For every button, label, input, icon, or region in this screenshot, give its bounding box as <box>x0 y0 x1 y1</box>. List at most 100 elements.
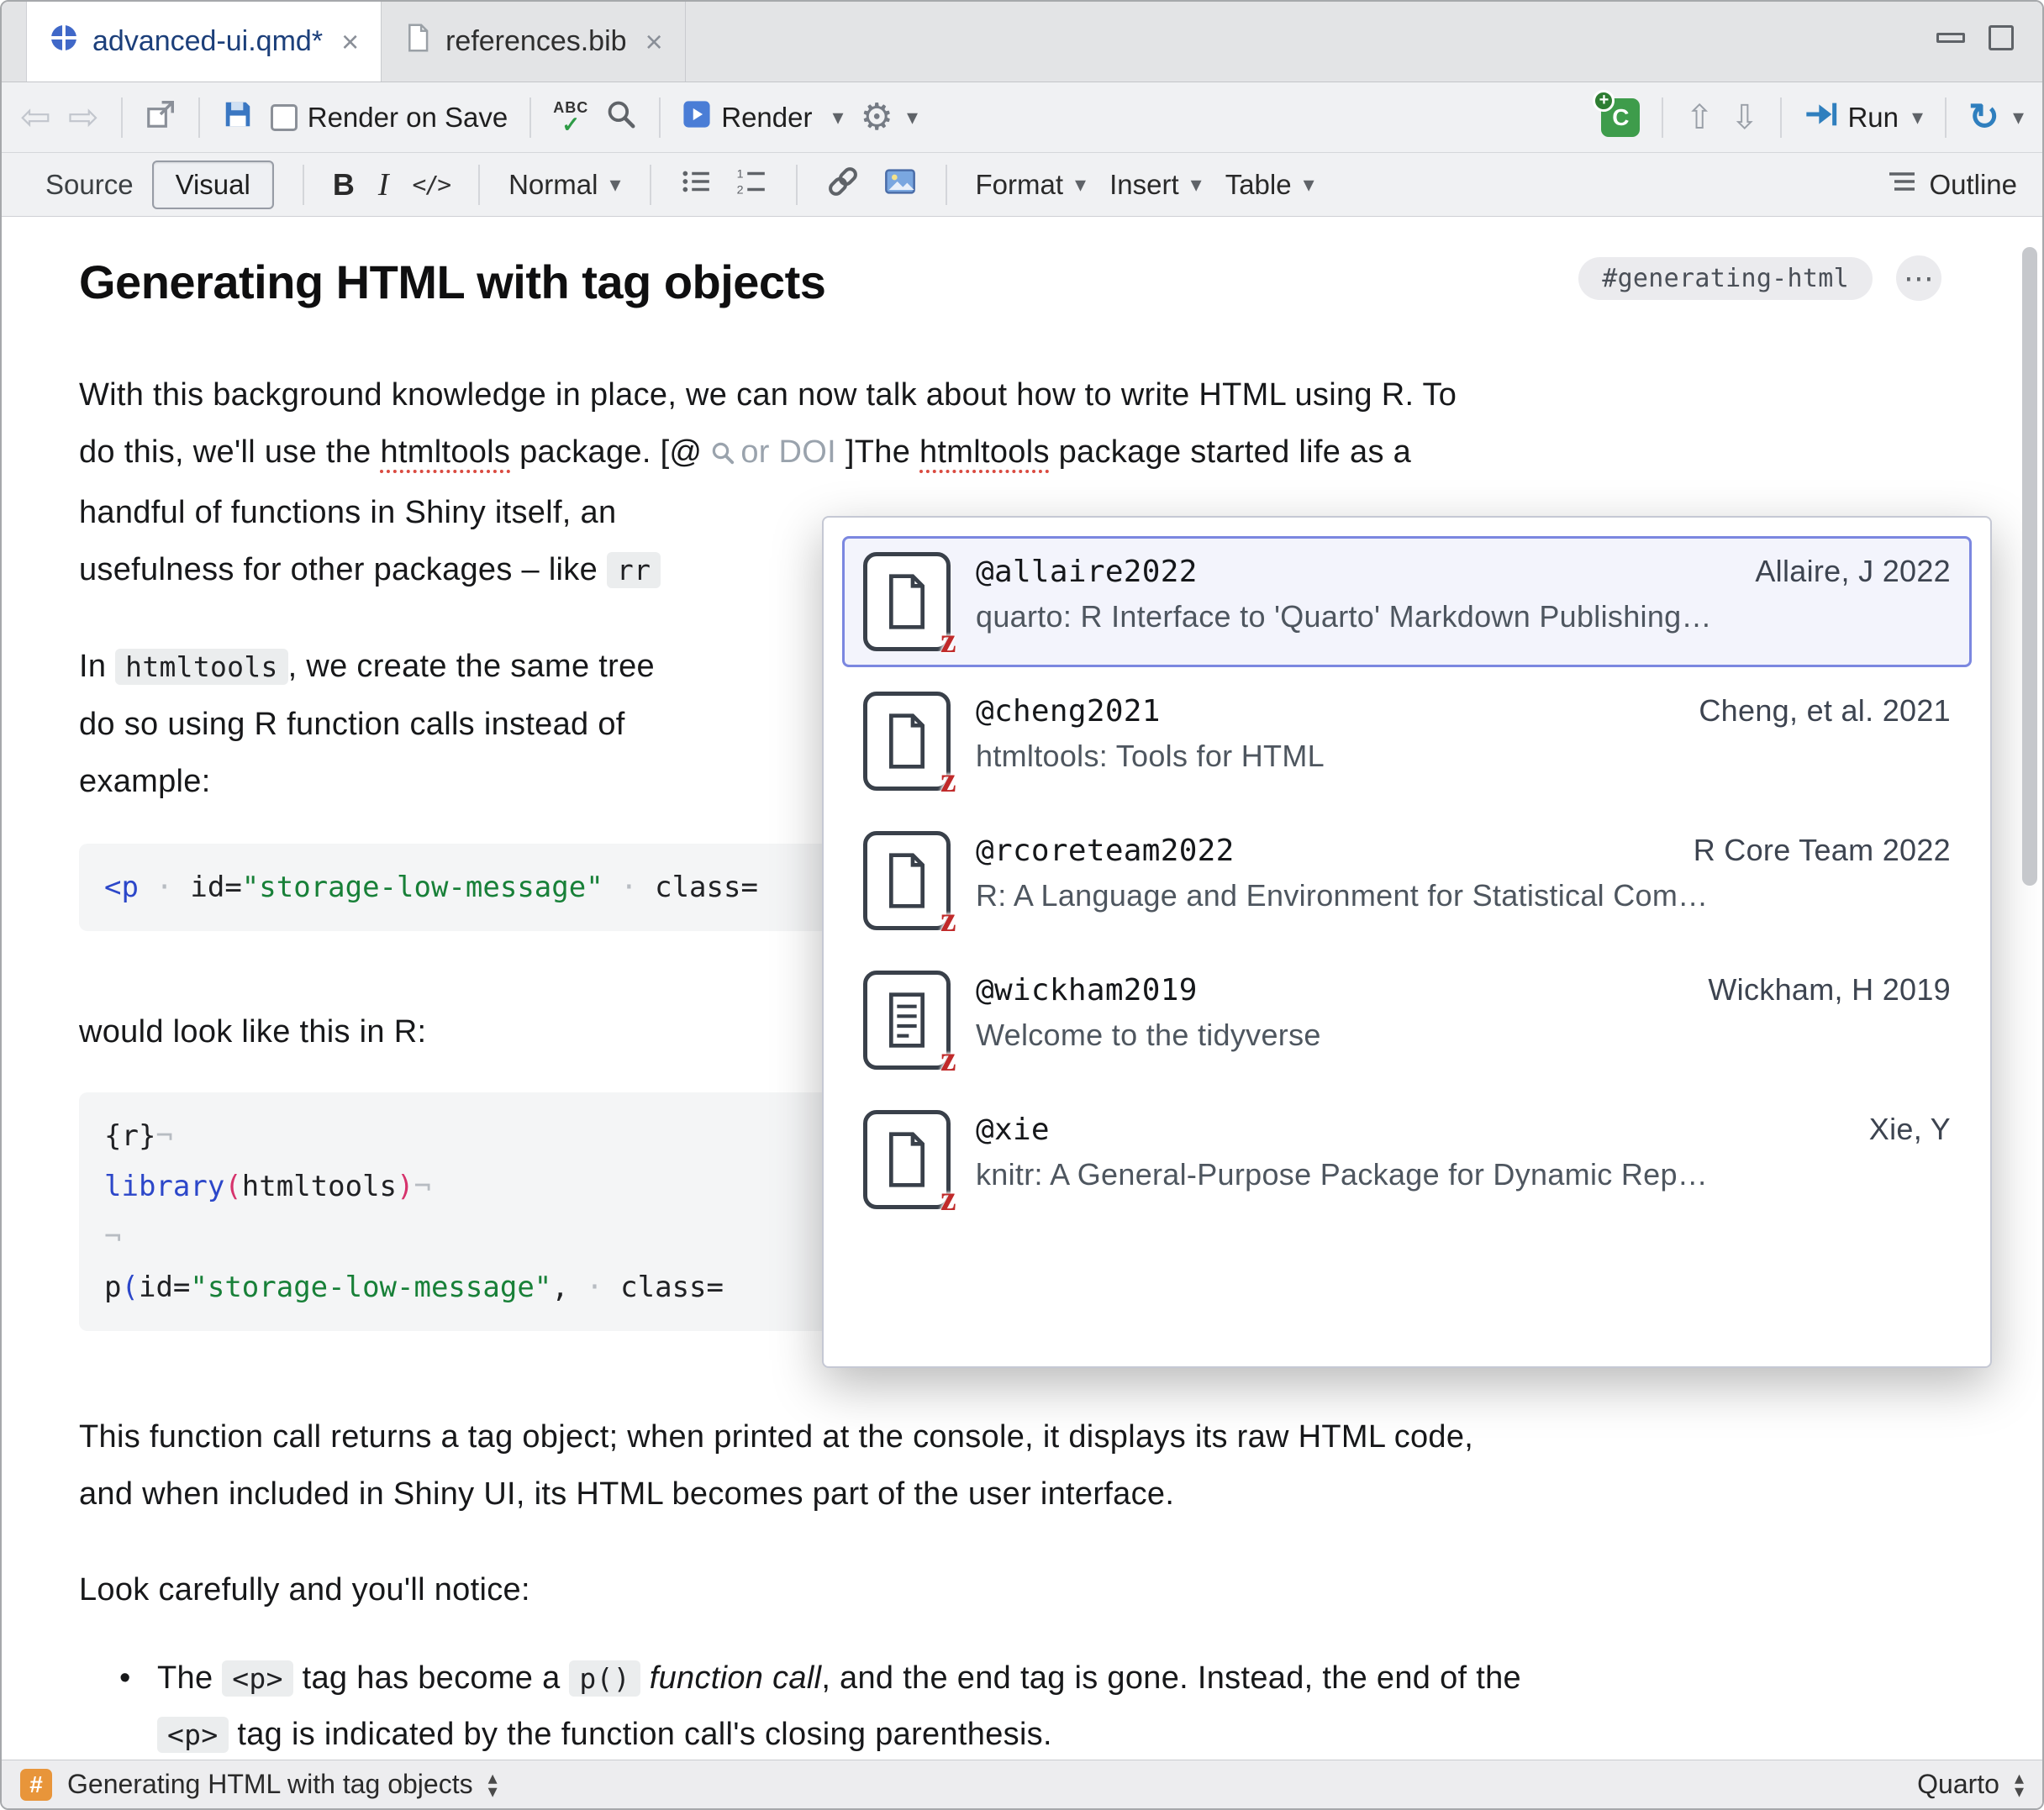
paragraph-look-carefully: Look carefully and you'll notice: <box>79 1561 1941 1618</box>
citation-source-icon: z <box>863 692 951 791</box>
maximize-pane-icon[interactable] <box>1989 25 2014 50</box>
section-selector-icon[interactable]: ▴▾ <box>488 1771 498 1798</box>
minimize-pane-icon[interactable] <box>1936 33 1965 43</box>
inline-code: htmltools <box>115 649 288 685</box>
more-options-icon[interactable]: ⋯ <box>1896 255 1941 301</box>
save-icon[interactable] <box>222 98 254 137</box>
render-dropdown-caret-icon[interactable]: ▾ <box>832 104 843 130</box>
go-to-next-chunk-icon[interactable]: ⇩ <box>1731 101 1759 134</box>
back-icon[interactable]: ⇦ <box>20 99 51 136</box>
paragraph-line: With this background knowledge in place,… <box>79 366 1941 424</box>
window-controls <box>1936 25 2014 50</box>
zotero-icon: z <box>940 763 956 798</box>
vertical-scrollbar-thumb[interactable] <box>2022 247 2037 886</box>
tab-references-bib[interactable]: references.bib × <box>382 2 686 82</box>
citation-search-icon <box>710 438 735 473</box>
plus-icon: + <box>1593 90 1615 112</box>
toolbar-separator <box>946 165 947 205</box>
chevron-down-icon: ▾ <box>609 171 620 197</box>
settings-caret-icon: ▾ <box>907 104 918 130</box>
paragraph-style-dropdown[interactable]: Normal ▾ <box>508 169 620 201</box>
spellcheck-icon[interactable]: ABC ✓ <box>553 100 588 135</box>
source-mode-button[interactable]: Source <box>27 162 152 208</box>
toolbar-separator <box>478 165 480 205</box>
go-to-previous-chunk-icon[interactable]: ⇧ <box>1685 101 1714 134</box>
render-button[interactable]: Render <box>682 100 812 135</box>
paragraph-line: and when included in Shiny UI, its HTML … <box>79 1465 1941 1523</box>
outline-label: Outline <box>1929 169 2017 201</box>
citation-item-wickham2019[interactable]: z @wickham2019 Wickham, H 2019 Welcome t… <box>842 955 1972 1086</box>
bullet-list-item: •The <p> tag has become a p() function c… <box>79 1650 1941 1760</box>
forward-icon[interactable]: ⇨ <box>68 99 99 136</box>
citation-item-xie[interactable]: z @xie Xie, Y knitr: A General-Purpose P… <box>842 1094 1972 1225</box>
render-label: Render <box>721 102 812 134</box>
toolbar-separator <box>796 165 798 205</box>
format-selector-icon[interactable]: ▴▾ <box>2015 1771 2024 1798</box>
toolbar-separator <box>121 97 123 138</box>
zotero-icon: z <box>940 902 956 938</box>
spellcheck-word: htmltools <box>919 434 1050 470</box>
toolbar-separator <box>1662 97 1663 138</box>
inline-code-button[interactable]: </> <box>413 171 450 198</box>
format-menu[interactable]: Format ▾ <box>976 169 1087 201</box>
search-icon[interactable] <box>605 98 637 137</box>
current-section-label[interactable]: Generating HTML with tag objects <box>67 1769 473 1800</box>
outline-toggle[interactable]: Outline <box>1887 166 2017 203</box>
heading-tools: #generating-html ⋯ <box>1578 255 1941 301</box>
bold-button[interactable]: B <box>333 167 355 203</box>
editor-status-bar: # Generating HTML with tag objects ▴▾ Qu… <box>2 1760 2042 1808</box>
citation-article-icon: z <box>863 971 951 1070</box>
visual-editor-canvas[interactable]: Generating HTML with tag objects #genera… <box>2 217 2042 1760</box>
render-icon <box>682 100 711 135</box>
tabbar-lead-spacer <box>2 2 27 82</box>
inline-code: <p> <box>157 1717 229 1753</box>
citation-source-icon: z <box>863 831 951 930</box>
citation-author: Allaire, J 2022 <box>1755 554 1951 589</box>
citation-source-icon: z <box>863 552 951 651</box>
close-tab-icon[interactable]: × <box>341 24 359 60</box>
citation-author: R Core Team 2022 <box>1694 833 1951 868</box>
page-title: Generating HTML with tag objects <box>79 252 825 313</box>
heading-row: Generating HTML with tag objects #genera… <box>79 252 1941 313</box>
insert-chunk-icon[interactable]: +C <box>1601 98 1640 137</box>
paragraph-line: do this, we'll use the htmltools package… <box>79 424 1941 484</box>
render-on-save-toggle[interactable]: Render on Save <box>271 102 508 134</box>
image-icon[interactable] <box>883 165 917 205</box>
inline-code: p() <box>569 1660 640 1697</box>
zotero-icon: z <box>940 1042 956 1077</box>
citation-key: @wickham2019 <box>976 973 1198 1008</box>
close-tab-icon[interactable]: × <box>645 24 663 60</box>
settings-button[interactable]: ⚙ ▾ <box>861 96 919 139</box>
editor-tab-bar: advanced-ui.qmd* × references.bib × <box>2 2 2042 82</box>
rerun-button[interactable]: ↻ ▾ <box>1968 96 2024 139</box>
zotero-icon: z <box>940 624 956 659</box>
italic-button[interactable]: I <box>378 166 389 203</box>
gear-icon: ⚙ <box>861 96 893 139</box>
svg-text:2: 2 <box>736 183 743 197</box>
rerun-icon: ↻ <box>1968 96 1999 139</box>
run-button[interactable]: Run ▾ <box>1804 97 1923 138</box>
tab-advanced-ui-qmd[interactable]: advanced-ui.qmd* × <box>27 2 382 82</box>
outline-icon <box>1887 166 1917 203</box>
popout-window-icon[interactable] <box>145 98 176 137</box>
chevron-down-icon: ▾ <box>1191 171 1202 197</box>
insert-menu[interactable]: Insert ▾ <box>1109 169 1202 201</box>
run-caret-icon: ▾ <box>1912 104 1923 130</box>
document-format-label[interactable]: Quarto <box>1917 1769 1999 1800</box>
citation-source-icon: z <box>863 1110 951 1209</box>
render-on-save-checkbox[interactable] <box>271 104 298 131</box>
bullet-list-icon[interactable] <box>680 166 712 204</box>
citation-item-cheng2021[interactable]: z @cheng2021 Cheng, et al. 2021 htmltool… <box>842 676 1972 807</box>
format-label: Format <box>976 169 1064 201</box>
toolbar-separator <box>659 97 661 138</box>
visual-mode-button[interactable]: Visual <box>152 160 274 209</box>
link-icon[interactable] <box>826 165 860 205</box>
table-menu[interactable]: Table ▾ <box>1225 169 1314 201</box>
heading-anchor-badge: #generating-html <box>1578 257 1873 300</box>
citation-item-allaire2022[interactable]: z @allaire2022 Allaire, J 2022 quarto: R… <box>842 536 1972 667</box>
citation-item-rcoreteam2022[interactable]: z @rcoreteam2022 R Core Team 2022 R: A L… <box>842 815 1972 946</box>
citation-key: @xie <box>976 1113 1050 1147</box>
tab-label: advanced-ui.qmd* <box>92 25 323 58</box>
inline-code: rr <box>607 552 661 588</box>
numbered-list-icon[interactable]: 12 <box>735 166 767 204</box>
